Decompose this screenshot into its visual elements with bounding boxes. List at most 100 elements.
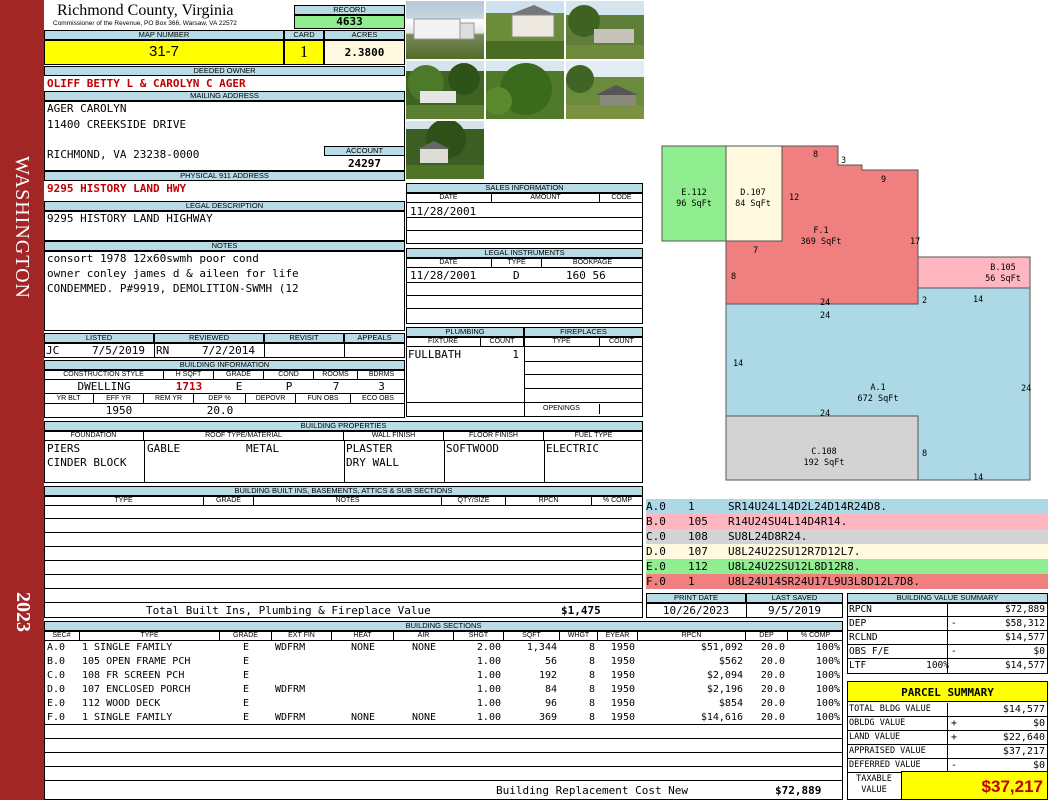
building-properties-header: BUILDING PROPERTIES bbox=[44, 421, 643, 431]
divider bbox=[524, 374, 643, 375]
section-cell-ext: WDFRM bbox=[275, 642, 306, 653]
section-cell-sqft: 96 bbox=[544, 698, 557, 709]
wall-finish-label: WALL FINISH bbox=[344, 431, 444, 441]
sidebar: WASHINGTON 2023 bbox=[0, 0, 44, 800]
sketch-dimension: 8 bbox=[731, 272, 737, 282]
section-header-2: GRADE bbox=[220, 631, 272, 641]
segment-code: 112 bbox=[688, 560, 708, 573]
section-header-4: HEAT bbox=[332, 631, 394, 641]
builtins-notes-label: NOTES bbox=[254, 496, 442, 506]
plumbing-fixture-label: FIXTURE bbox=[406, 337, 481, 347]
section-header-1: TYPE bbox=[80, 631, 220, 641]
construction-style-label: CONSTRUCTION STYLE bbox=[44, 370, 164, 380]
record-header: RECORD bbox=[294, 5, 405, 15]
wall-finish-value-2: DRY WALL bbox=[346, 456, 399, 469]
section-cell-shgt: 1.00 bbox=[476, 698, 501, 709]
divider bbox=[264, 343, 265, 358]
section-cell-sec: E.0 bbox=[47, 698, 66, 709]
divider bbox=[524, 388, 643, 389]
sales-code-label: CODE bbox=[600, 193, 643, 203]
grade-label: GRADE bbox=[214, 370, 264, 380]
parcel-summary-title: PARCEL SUMMARY bbox=[847, 681, 1048, 702]
divider bbox=[947, 645, 948, 659]
builtins-rpcn-label: RPCN bbox=[506, 496, 592, 506]
foundation-value-2: CINDER BLOCK bbox=[47, 456, 127, 469]
builtins-box bbox=[44, 496, 643, 618]
parcel-summary-label: APPRAISED VALUE bbox=[849, 746, 926, 756]
builtins-total-label: Total Built Ins, Plumbing & Fireplace Va… bbox=[146, 604, 431, 617]
reviewed-by: RN bbox=[156, 344, 170, 357]
value-summary-value: $14,577 bbox=[1004, 660, 1045, 671]
parcel-summary-value: $0 bbox=[1032, 718, 1045, 729]
section-row: B.0 105 OPEN FRAME PCH E 1.00 56 8 1950 $562 20.… bbox=[44, 655, 840, 669]
divider bbox=[44, 752, 843, 753]
sales-header: SALES INFORMATION bbox=[406, 183, 643, 193]
section-cell-type: 108 FR SCREEN PCH bbox=[82, 670, 185, 681]
yrblt-label: YR BLT bbox=[44, 394, 94, 404]
fuel-type-label: FUEL TYPE bbox=[544, 431, 643, 441]
divider bbox=[44, 602, 643, 603]
fireplaces-header: FIREPLACES bbox=[524, 327, 643, 337]
divider bbox=[154, 343, 155, 358]
divider bbox=[406, 402, 643, 403]
segment-code: 1 bbox=[688, 575, 695, 588]
section-header-10: RPCN bbox=[638, 631, 746, 641]
rooms-label: ROOMS bbox=[314, 370, 358, 380]
notes-header: NOTES bbox=[44, 241, 405, 251]
map-number-value: 31-7 bbox=[148, 43, 180, 60]
section-header-3: EXT FIN bbox=[272, 631, 332, 641]
section-cell-dep: 20.0 bbox=[760, 684, 785, 695]
listed-date: 7/5/2019 bbox=[92, 344, 145, 357]
builtins-grade-label: GRADE bbox=[204, 496, 254, 506]
building-sections-header: BUILDING SECTIONS bbox=[44, 621, 843, 631]
section-cell-sqft: 369 bbox=[538, 712, 557, 723]
section-cell-eyear: 1950 bbox=[610, 684, 635, 695]
section-cell-sec: B.0 bbox=[47, 656, 66, 667]
divider bbox=[344, 343, 345, 358]
mailing-line-2: 11400 CREEKSIDE DRIVE bbox=[47, 118, 187, 131]
value-summary-value: $14,577 bbox=[1004, 632, 1045, 643]
section-header-0: SEC# bbox=[44, 631, 80, 641]
card-header: CARD bbox=[284, 30, 324, 40]
account-header: ACCOUNT bbox=[324, 146, 405, 156]
legal-description-header: LEGAL DESCRIPTION bbox=[44, 201, 405, 211]
fireplace-type-label: TYPE bbox=[524, 337, 600, 347]
divider bbox=[947, 745, 948, 759]
value-summary-label: OBS F/E bbox=[849, 646, 890, 657]
section-cell-grade: E bbox=[242, 642, 250, 653]
deeded-owner-header: DEEDED OWNER bbox=[44, 66, 405, 76]
physical-address-header: PHYSICAL 911 ADDRESS bbox=[44, 171, 405, 181]
taxable-label-2: VALUE bbox=[861, 785, 887, 795]
taxable-value: $37,217 bbox=[901, 771, 1048, 800]
divider bbox=[44, 724, 843, 725]
section-cell-whgt: 8 bbox=[588, 642, 595, 653]
segment-sec: B.0 bbox=[646, 515, 666, 528]
section-cell-grade: E bbox=[242, 698, 250, 709]
parcel-summary-row: LAND VALUE + $22,640 bbox=[847, 731, 1048, 745]
divider bbox=[444, 441, 445, 483]
section-cell-eyear: 1950 bbox=[610, 670, 635, 681]
dep-value: 20.0 bbox=[206, 404, 234, 417]
segment-code: 1 bbox=[688, 500, 695, 513]
value-summary-value: $58,312 bbox=[1004, 618, 1045, 629]
sketch-label-code: C.108 bbox=[811, 447, 837, 457]
section-cell-whgt: 8 bbox=[588, 670, 595, 681]
sketch-dimension: 24 bbox=[820, 409, 831, 419]
value-summary-row: LTF 100% $14,577 bbox=[847, 659, 1048, 673]
section-cell-type: 107 ENCLOSED PORCH bbox=[82, 684, 191, 695]
hsqft-label: H SQFT bbox=[164, 370, 214, 380]
physical-address-value: 9295 HISTORY LAND HWY bbox=[47, 182, 187, 195]
appeals-header: APPEALS bbox=[344, 333, 405, 343]
parcel-summary-row: OBLDG VALUE + $0 bbox=[847, 717, 1048, 731]
section-cell-comp: 100% bbox=[815, 684, 840, 695]
sketch-dimension: 14 bbox=[733, 359, 744, 369]
sketch-dimension: 8 bbox=[922, 449, 928, 459]
parcel-summary-row: TOTAL BLDG VALUE $14,577 bbox=[847, 703, 1048, 717]
section-cell-sec: C.0 bbox=[47, 670, 66, 681]
divider bbox=[947, 617, 948, 631]
section-cell-eyear: 1950 bbox=[610, 642, 635, 653]
section-cell-heat: NONE bbox=[350, 712, 376, 723]
sketch-label-area: 56 SqFt bbox=[985, 274, 1021, 284]
sales-amount-label: AMOUNT bbox=[492, 193, 600, 203]
year-vertical: 2023 bbox=[12, 592, 34, 632]
